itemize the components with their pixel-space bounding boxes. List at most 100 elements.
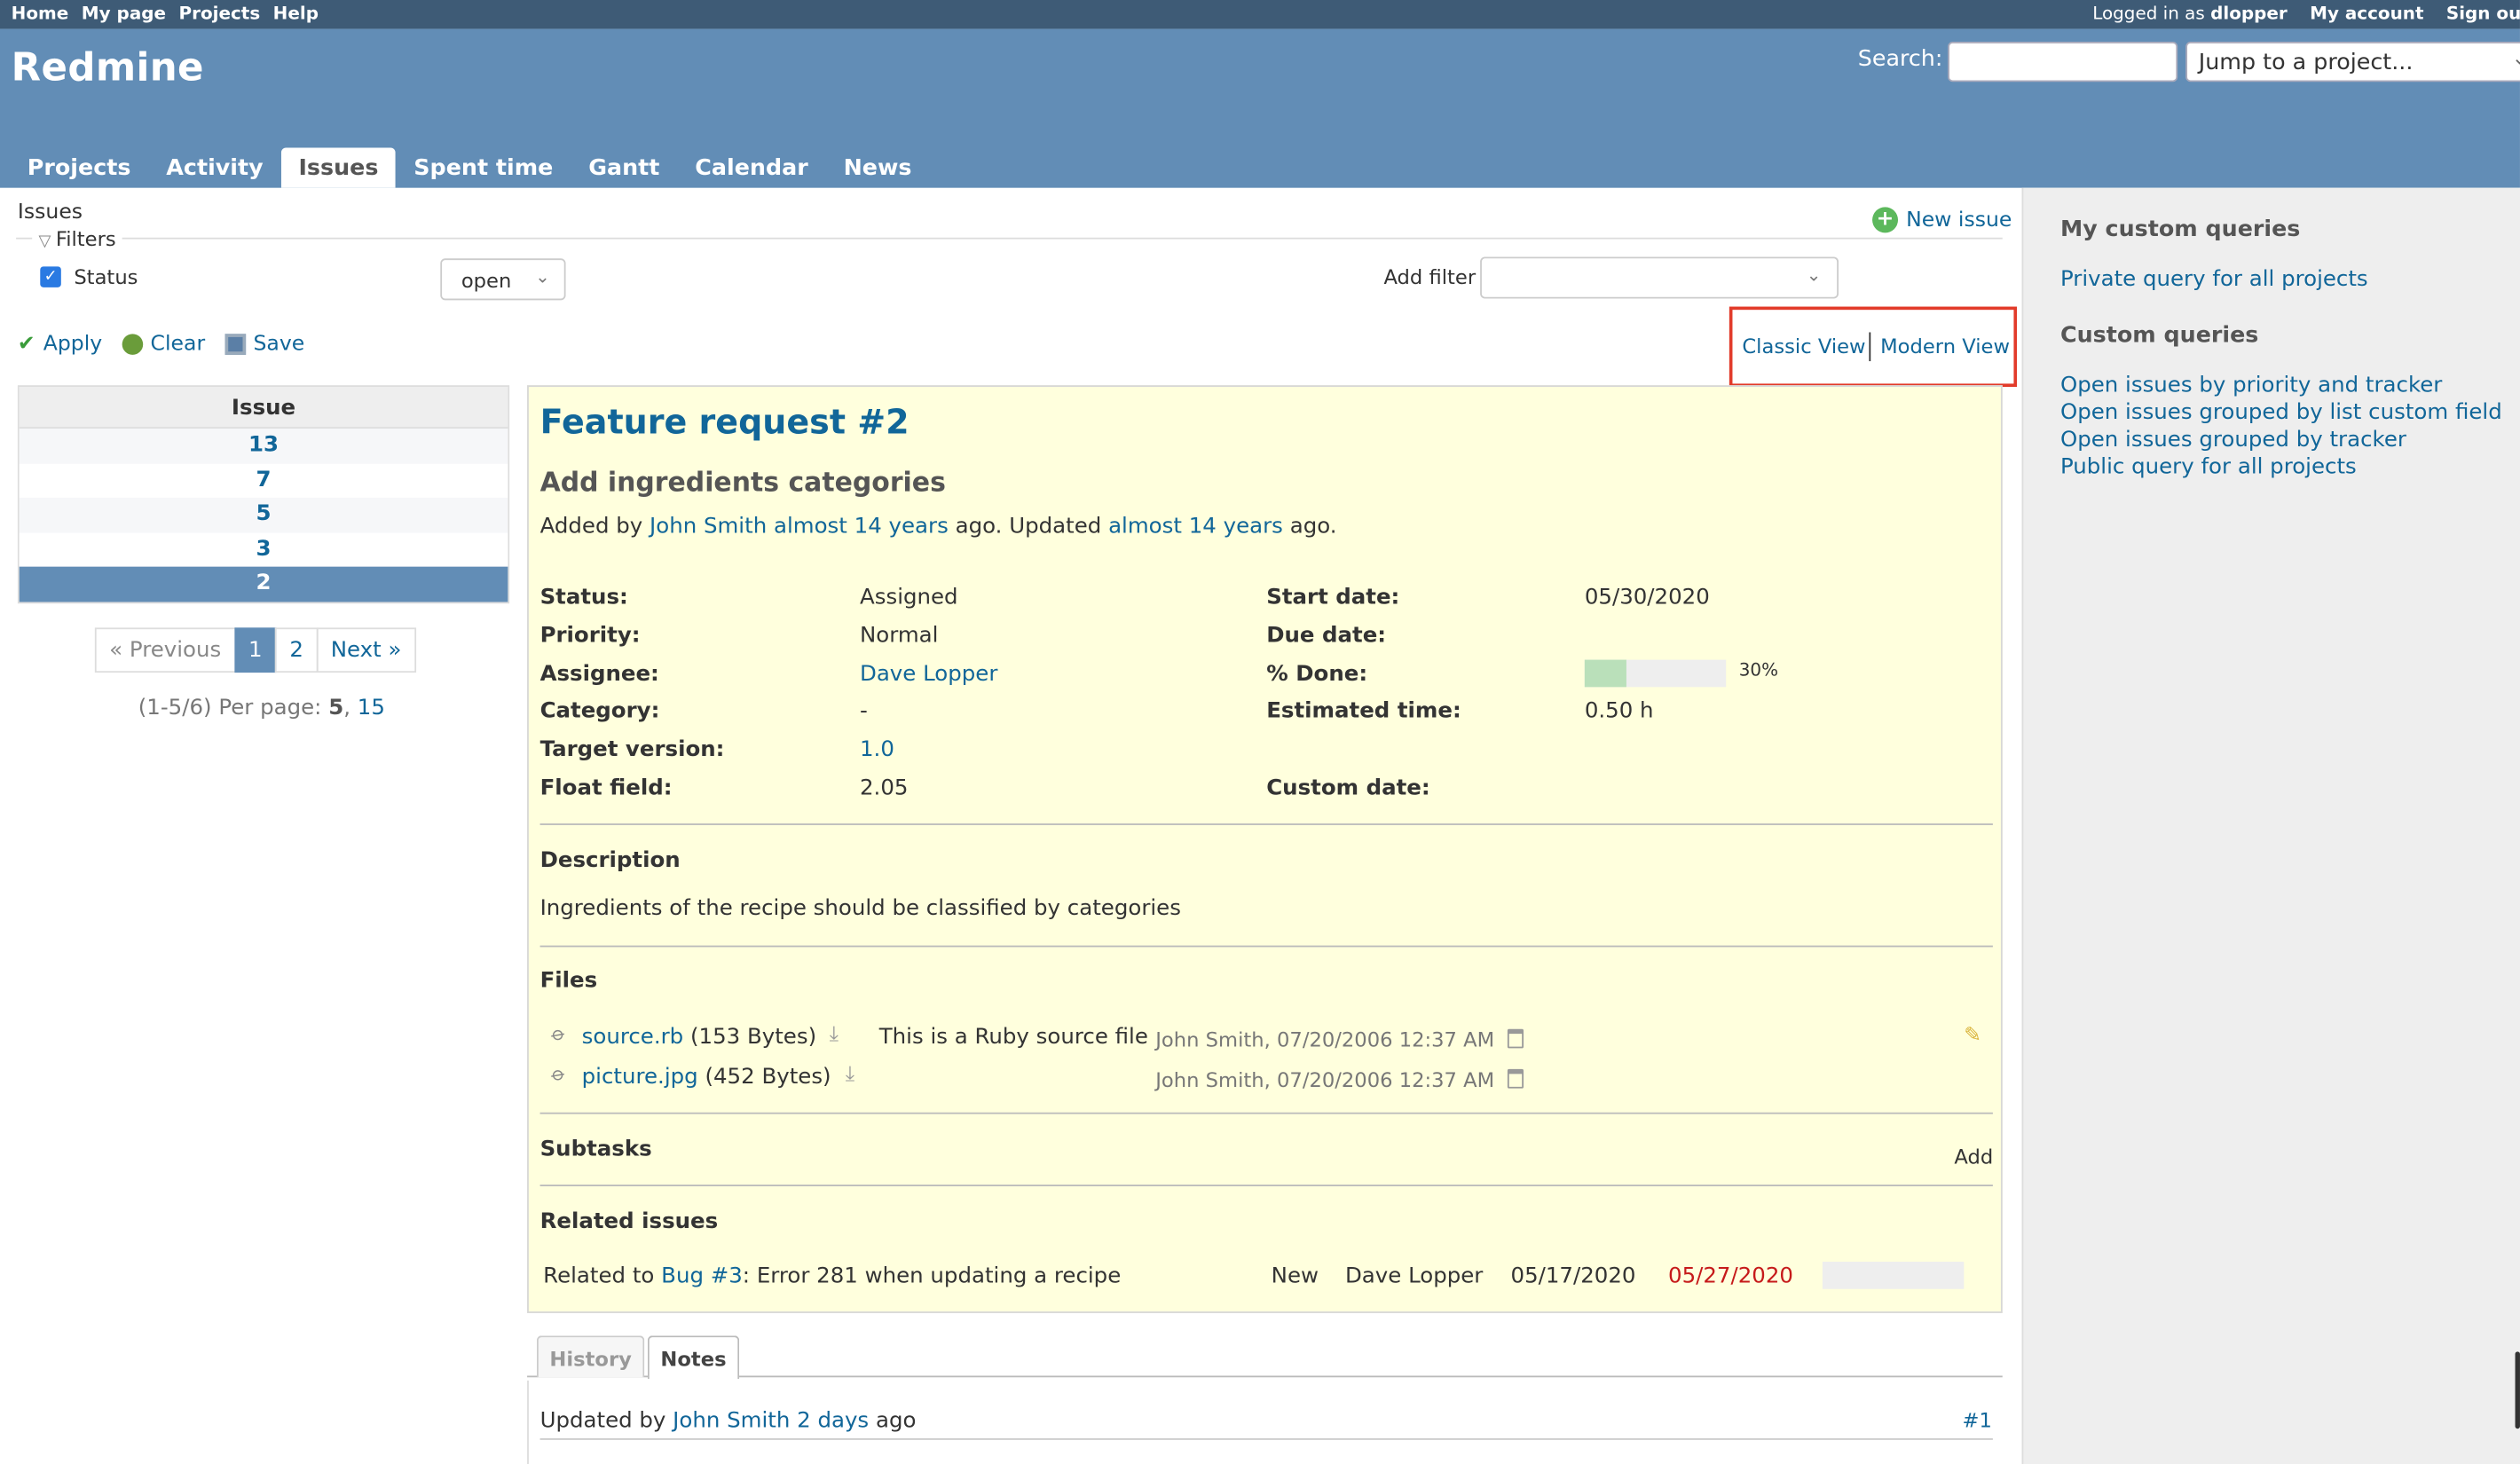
divider (539, 1185, 1993, 1186)
journal-header: Updated by John Smith 2 days ago (540, 1408, 917, 1434)
related-issue-subject: : Error 281 when updating a recipe (742, 1263, 1122, 1289)
app-title[interactable]: Redmine (12, 45, 204, 91)
related-assignee-link[interactable]: Dave Lopper (1345, 1263, 1483, 1289)
tab-projects[interactable]: Projects (10, 147, 148, 187)
scrollbar-handle[interactable] (2515, 1351, 2520, 1429)
sidebar-query-link[interactable]: Open issues grouped by list custom field (2060, 399, 2502, 425)
page-1-button[interactable]: 1 (233, 627, 277, 673)
updated-mid: ago. Updated (955, 513, 1102, 539)
clear-button[interactable]: Clear (121, 333, 205, 357)
float-field-label: Float field: (539, 775, 673, 801)
header: Redmine Search: Jump to a project... ⌄ P… (0, 28, 2520, 188)
project-jump-select[interactable]: Jump to a project... ⌄ (2185, 42, 2520, 83)
add-filter-select[interactable]: ⌄ (1480, 256, 1839, 299)
issue-list-row-selected[interactable]: 2 (19, 566, 508, 602)
filters-legend[interactable]: ▽ Filters (32, 226, 122, 251)
top-menu-my-page[interactable]: My page (82, 4, 166, 25)
tab-issues[interactable]: Issues (280, 147, 397, 188)
assignee-link[interactable]: Dave Lopper (860, 661, 997, 687)
per-page-info: (1-5/6) Per page: 5, 15 (138, 695, 385, 721)
edit-icon[interactable]: ✎ (1964, 1024, 1981, 1048)
delete-icon[interactable] (1507, 1068, 1524, 1089)
previous-page-button[interactable]: « Previous (94, 627, 236, 673)
tab-activity[interactable]: Activity (148, 147, 280, 187)
classic-view-link[interactable]: Classic View (1742, 334, 1865, 358)
tab-spent-time[interactable]: Spent time (396, 147, 571, 187)
issue-list-row[interactable]: 7 (19, 462, 508, 498)
per-page-15-link[interactable]: 15 (358, 695, 385, 720)
issue-list-row[interactable]: 5 (19, 497, 508, 532)
download-icon[interactable]: ⤓ (846, 1063, 854, 1087)
tab-news[interactable]: News (826, 147, 930, 187)
issue-subject: Add ingredients categories (539, 467, 946, 498)
issue-list-header[interactable]: Issue (19, 387, 508, 429)
apply-button[interactable]: ✔ Apply (18, 333, 102, 357)
top-menu-help[interactable]: Help (273, 4, 319, 25)
related-issues-heading: Related issues (539, 1208, 719, 1235)
filters-divider (16, 237, 2003, 240)
sidebar-query-link[interactable]: Open issues grouped by tracker (2060, 427, 2406, 453)
author-link[interactable]: John Smith (650, 514, 767, 539)
modern-view-link[interactable]: Modern View (1880, 334, 2010, 358)
related-start-date: 05/17/2020 (1510, 1263, 1636, 1289)
next-page-button[interactable]: Next » (316, 627, 416, 673)
related-issue-link[interactable]: Bug #3 (661, 1263, 743, 1289)
file-row: source.rb (153 Bytes) (582, 1024, 816, 1050)
subtasks-heading: Subtasks (539, 1136, 652, 1162)
logged-in-info: Logged in as dlopper (2092, 4, 2288, 25)
logged-in-user[interactable]: dlopper (2210, 4, 2288, 25)
tab-gantt[interactable]: Gantt (571, 147, 677, 187)
priority-value: Normal (859, 622, 939, 649)
issue-detail: Feature request #2 Add ingredients categ… (527, 385, 2003, 1313)
add-filter-label: Add filter (1383, 264, 1477, 289)
save-button[interactable]: Save (224, 333, 304, 357)
tab-calendar[interactable]: Calendar (677, 147, 825, 187)
file-link[interactable]: picture.jpg (582, 1064, 698, 1090)
tab-notes[interactable]: Notes (647, 1335, 740, 1380)
done-ratio-value: 30% (1738, 659, 1779, 681)
priority-label: Priority: (539, 622, 641, 649)
file-link[interactable]: source.rb (582, 1024, 684, 1050)
due-date-label: Due date: (1266, 622, 1387, 649)
top-menu: Home My page Projects Help Logged in as … (0, 0, 2520, 29)
sign-out-link[interactable]: Sign out (2446, 4, 2520, 25)
status-operator-select[interactable]: open ⌄ (440, 258, 566, 301)
issue-list-row[interactable]: 3 (19, 531, 508, 567)
file-row: picture.jpg (452 Bytes) (582, 1064, 831, 1090)
created-ago-link[interactable]: almost 14 years (774, 514, 949, 539)
new-issue-link[interactable]: + New issue (1872, 207, 2012, 233)
updated-ago-link[interactable]: almost 14 years (1108, 514, 1283, 539)
issue-list-row[interactable]: 13 (19, 429, 508, 463)
chevron-down-icon: ⌄ (535, 266, 550, 287)
logged-in-prefix: Logged in as (2092, 3, 2205, 25)
pagination: « Previous 1 2 Next » (94, 627, 416, 673)
status-value: Assigned (859, 584, 958, 610)
new-issue-label: New issue (1906, 208, 2012, 232)
status-filter-checkbox[interactable]: ✓ (40, 266, 61, 287)
search-label: Search: (1857, 46, 1943, 73)
page-2-button[interactable]: 2 (275, 627, 319, 673)
issue-list: Issue 13 7 5 3 2 (17, 385, 510, 603)
divider (539, 1112, 1993, 1114)
main-menu: Projects Activity Issues Spent time Gant… (10, 147, 930, 188)
journal-ago-link[interactable]: 2 days (797, 1408, 869, 1434)
view-switcher: Classic View Modern View (1729, 306, 2018, 388)
sidebar-query-link[interactable]: Private query for all projects (2060, 266, 2368, 292)
sidebar-query-link[interactable]: Public query for all projects (2060, 454, 2357, 480)
journal-author-link[interactable]: John Smith (673, 1408, 790, 1434)
top-menu-home[interactable]: Home (12, 4, 69, 25)
top-menu-projects[interactable]: Projects (179, 4, 261, 25)
tab-history[interactable]: History (536, 1335, 645, 1378)
files-heading: Files (539, 967, 598, 994)
filters-legend-label: Filters (55, 226, 116, 251)
sidebar-query-link[interactable]: Open issues by priority and tracker (2060, 373, 2442, 398)
my-account-link[interactable]: My account (2310, 4, 2423, 25)
search-input[interactable] (1948, 42, 2178, 83)
add-subtask-link[interactable]: Add (1954, 1145, 1993, 1169)
download-icon[interactable]: ⤓ (830, 1022, 839, 1046)
added-by-prefix: Added by (539, 513, 643, 539)
target-version-link[interactable]: 1.0 (860, 736, 894, 762)
journal-number-link[interactable]: #1 (1962, 1408, 1991, 1432)
status-label: Status: (539, 584, 628, 610)
delete-icon[interactable] (1507, 1028, 1524, 1049)
